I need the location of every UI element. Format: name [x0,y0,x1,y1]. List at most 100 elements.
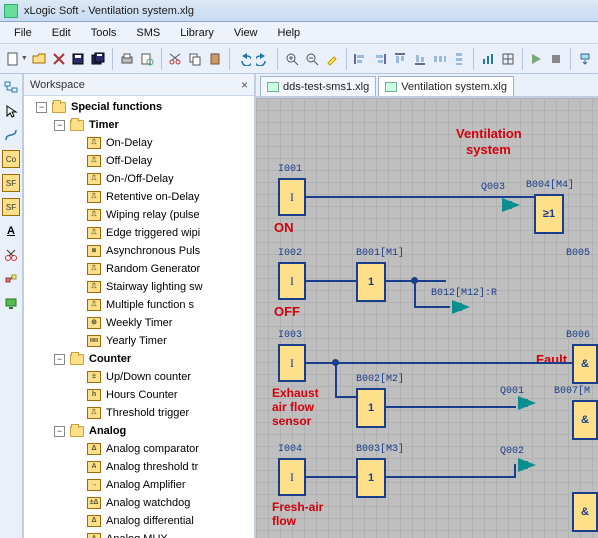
download-button[interactable] [576,48,594,70]
distribute-v-button[interactable] [450,48,468,70]
tree-item[interactable]: ±ΔAnalog watchdog [28,494,254,512]
pointer-icon[interactable] [2,102,20,120]
tag-b002: B002[M2] [356,374,404,385]
close-button[interactable] [50,48,68,70]
tree-item[interactable]: ⊕Weekly Timer [28,314,254,332]
tree-group-counter[interactable]: − Counter [28,350,254,368]
copy-button[interactable] [186,48,204,70]
block-b001[interactable]: 1 [356,262,386,302]
menu-library[interactable]: Library [172,25,222,41]
save-button[interactable] [69,48,87,70]
monitor-icon[interactable] [2,294,20,312]
menu-edit[interactable]: Edit [44,25,79,41]
wire [306,280,356,282]
save-all-button[interactable] [89,48,107,70]
block-b007[interactable]: & [572,400,598,440]
constants-icon[interactable]: Co [2,150,20,168]
tree-group-analog[interactable]: − Analog [28,422,254,440]
sf-icon[interactable]: SF [2,174,20,192]
tree-item[interactable]: ⎍Random Generator [28,260,254,278]
menu-sms[interactable]: SMS [128,25,168,41]
block-b002[interactable]: 1 [356,388,386,428]
tree-item[interactable]: ΔAnalog differential [28,512,254,530]
tree-item[interactable]: ⎍Off-Delay [28,152,254,170]
block-icon: ⊕ [86,316,102,330]
print-preview-button[interactable] [138,48,156,70]
menu-tools[interactable]: Tools [83,25,125,41]
text-icon[interactable]: A [2,222,20,240]
align-bottom-button[interactable] [411,48,429,70]
zoom-out-button[interactable] [303,48,321,70]
tree-item[interactable]: ⎍Stairway lighting sw [28,278,254,296]
grid-button[interactable] [499,48,517,70]
chart-button[interactable] [479,48,497,70]
tree-item[interactable]: AAnalog MUX [28,530,254,538]
tree-item[interactable]: MMDDYearly Timer [28,332,254,350]
block-b006[interactable]: & [572,344,598,384]
tree-item[interactable]: ⎍Retentive on-Delay [28,188,254,206]
block-b003[interactable]: 1 [356,458,386,498]
tree-item[interactable]: ⎍Multiple function s [28,296,254,314]
tree-item[interactable]: ΔAnalog comparator [28,440,254,458]
align-left-button[interactable] [351,48,369,70]
block-i003[interactable]: I [278,344,306,382]
cut-wire-icon[interactable] [2,246,20,264]
tab-label: dds-test-sms1.xlg [283,81,369,93]
print-button[interactable] [118,48,136,70]
tree-item[interactable]: hHours Counter [28,386,254,404]
block-i004[interactable]: I [278,458,306,496]
tree-item[interactable]: ⎍Wiping relay (pulse [28,206,254,224]
tree-item[interactable]: ⧈Asynchronous Puls [28,242,254,260]
highlight-button[interactable] [323,48,341,70]
new-dropdown-icon[interactable]: ▼ [21,48,28,70]
wire [386,406,516,408]
tab-ventilation[interactable]: Ventilation system.xlg [378,76,514,96]
collapse-icon[interactable]: − [54,354,65,365]
align-right-button[interactable] [371,48,389,70]
workspace-icon[interactable] [2,78,20,96]
redo-button[interactable] [254,48,272,70]
block-icon: → [86,478,102,492]
collapse-icon[interactable]: − [54,426,65,437]
function-tree[interactable]: − Special functions − Timer ⎍On-Delay ⎍O… [24,96,254,538]
run-button[interactable] [528,48,546,70]
diagram-title: Ventilation [456,126,522,141]
simulate-icon[interactable] [2,270,20,288]
diagram-canvas[interactable]: Ventilation system Fault I001 I ON I002 … [256,98,598,538]
align-top-button[interactable] [391,48,409,70]
close-icon[interactable]: × [241,78,248,92]
collapse-icon[interactable]: − [36,102,47,113]
tree-item[interactable]: ⎍On-/Off-Delay [28,170,254,188]
title-bar: xLogic Soft - Ventilation system.xlg [0,0,598,22]
tree-item[interactable]: ⎍On-Delay [28,134,254,152]
collapse-icon[interactable]: − [54,120,65,131]
tree-item[interactable]: ±Up/Down counter [28,368,254,386]
tree-group-timer[interactable]: − Timer [28,116,254,134]
tab-dds-test[interactable]: dds-test-sms1.xlg [260,76,376,96]
block-edge1[interactable]: & [572,492,598,532]
menu-view[interactable]: View [226,25,266,41]
paste-button[interactable] [206,48,224,70]
cut-button[interactable] [166,48,184,70]
block-i001[interactable]: I [278,178,306,216]
menu-file[interactable]: File [6,25,40,41]
tree-item[interactable]: ⎍Edge triggered wipi [28,224,254,242]
tree-item[interactable]: ⎍Threshold trigger [28,404,254,422]
wire [514,464,516,478]
tree-item[interactable]: AAnalog threshold tr [28,458,254,476]
tree-item[interactable]: →Analog Amplifier [28,476,254,494]
arrow-icon [502,198,520,212]
new-button[interactable] [4,48,22,70]
undo-button[interactable] [235,48,253,70]
zoom-in-button[interactable] [283,48,301,70]
block-b004[interactable]: ≥1 [534,194,564,234]
connector-icon[interactable] [2,126,20,144]
block-i002[interactable]: I [278,262,306,300]
menu-help[interactable]: Help [270,25,309,41]
open-button[interactable] [30,48,48,70]
tree-special-functions[interactable]: − Special functions [28,98,254,116]
sf2-icon[interactable]: SF [2,198,20,216]
block-icon: Δ [86,442,102,456]
stop-button[interactable] [547,48,565,70]
distribute-h-button[interactable] [431,48,449,70]
